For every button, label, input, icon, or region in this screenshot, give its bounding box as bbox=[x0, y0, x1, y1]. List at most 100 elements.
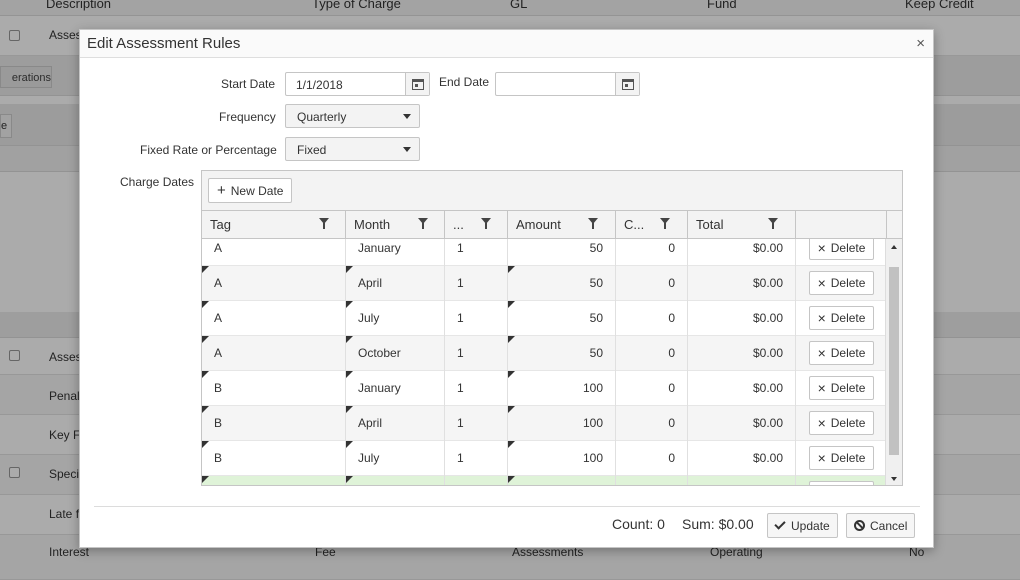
frequency-value: Quarterly bbox=[297, 110, 347, 124]
cell-month[interactable]: April bbox=[346, 406, 445, 441]
delete-icon: × bbox=[817, 310, 826, 326]
new-date-button[interactable]: + New Date bbox=[208, 178, 293, 203]
cell-c-value: 0 bbox=[668, 346, 675, 360]
cell-ellipsis-value: 1 bbox=[457, 311, 464, 325]
cell-amount[interactable]: 50 bbox=[508, 301, 616, 336]
cell-month[interactable]: July bbox=[346, 301, 445, 336]
delete-button[interactable]: ×Delete bbox=[809, 341, 874, 365]
cell-c-value: 0 bbox=[668, 276, 675, 290]
cell-amount[interactable]: 100 bbox=[508, 406, 616, 441]
delete-button[interactable]: ×Delete bbox=[809, 239, 874, 260]
start-date-input[interactable]: 1/1/2018 bbox=[296, 78, 343, 92]
cell-c[interactable]: 0 bbox=[616, 239, 688, 266]
cell-ellipsis[interactable]: 1 bbox=[445, 371, 508, 406]
delete-button[interactable]: ×Delete bbox=[809, 446, 874, 470]
cell-month[interactable]: January bbox=[346, 371, 445, 406]
cell-tag[interactable]: B bbox=[202, 441, 346, 476]
cancel-button[interactable]: Cancel bbox=[846, 513, 916, 538]
calendar-icon[interactable] bbox=[615, 73, 639, 95]
cell-amount[interactable]: 50 bbox=[508, 336, 616, 371]
dirty-marker-icon bbox=[202, 406, 209, 413]
cell-month[interactable]: October bbox=[346, 476, 445, 485]
column-header-ellipsis[interactable]: ... bbox=[445, 211, 508, 239]
cell-month[interactable]: January bbox=[346, 239, 445, 266]
column-header-total[interactable]: Total bbox=[688, 211, 796, 239]
dialog-titlebar[interactable]: Edit Assessment Rules × bbox=[80, 30, 933, 58]
cell-ellipsis[interactable]: 1 bbox=[445, 441, 508, 476]
cell-month[interactable]: April bbox=[346, 266, 445, 301]
cell-amount[interactable]: 50 bbox=[508, 239, 616, 266]
dirty-marker-icon bbox=[346, 441, 353, 448]
cell-ellipsis[interactable]: 1 bbox=[445, 476, 508, 485]
cell-ellipsis[interactable]: 1 bbox=[445, 301, 508, 336]
cell-amount[interactable]: 100 bbox=[508, 476, 616, 485]
delete-button[interactable]: ×Delete bbox=[809, 481, 874, 485]
charge-date-row[interactable]: B April 1 100 0 $0.00 × Delete bbox=[202, 406, 887, 441]
chevron-down-icon bbox=[403, 147, 411, 152]
cell-tag[interactable]: A bbox=[202, 266, 346, 301]
charge-date-row[interactable]: A April 1 50 0 $0.00 × Delete bbox=[202, 266, 887, 301]
cell-total-value: $0.00 bbox=[752, 346, 783, 360]
calendar-icon[interactable] bbox=[405, 73, 429, 95]
delete-button[interactable]: ×Delete bbox=[809, 376, 874, 400]
cell-c-value: 0 bbox=[668, 416, 675, 430]
filter-icon[interactable] bbox=[481, 218, 491, 230]
start-date-picker[interactable]: 1/1/2018 bbox=[285, 72, 430, 96]
cell-month[interactable]: October bbox=[346, 336, 445, 371]
charge-date-row[interactable]: B July 1 100 0 $0.00 × Delete bbox=[202, 441, 887, 476]
filter-icon[interactable] bbox=[418, 218, 428, 230]
delete-button[interactable]: ×Delete bbox=[809, 271, 874, 295]
scrollbar-thumb[interactable] bbox=[889, 267, 899, 455]
update-button[interactable]: Update bbox=[767, 513, 838, 538]
charge-date-row[interactable]: B October 1 100 0 $0.00 ×Delete bbox=[202, 476, 887, 485]
cell-tag[interactable]: B bbox=[202, 476, 346, 485]
delete-icon: × bbox=[817, 345, 826, 361]
scroll-up-icon[interactable] bbox=[891, 245, 897, 249]
column-header-amount[interactable]: Amount bbox=[508, 211, 616, 239]
filter-icon[interactable] bbox=[660, 218, 670, 230]
frequency-select[interactable]: Quarterly bbox=[285, 104, 420, 128]
cell-c[interactable]: 0 bbox=[616, 476, 688, 485]
charge-date-row[interactable]: A July 1 50 0 $0.00 × Delete bbox=[202, 301, 887, 336]
end-date-picker[interactable] bbox=[495, 72, 640, 96]
charge-date-row[interactable]: A October 1 50 0 $0.00 × Delete bbox=[202, 336, 887, 371]
cell-c[interactable]: 0 bbox=[616, 266, 688, 301]
fixed-rate-select[interactable]: Fixed bbox=[285, 137, 420, 161]
delete-button[interactable]: ×Delete bbox=[809, 411, 874, 435]
cell-ellipsis[interactable]: 1 bbox=[445, 336, 508, 371]
cell-tag[interactable]: B bbox=[202, 371, 346, 406]
cell-month[interactable]: July bbox=[346, 441, 445, 476]
column-header-c[interactable]: C... bbox=[616, 211, 688, 239]
charge-date-row[interactable]: B January 1 100 0 $0.00 × Delete bbox=[202, 371, 887, 406]
scroll-down-icon[interactable] bbox=[891, 477, 897, 481]
cell-amount[interactable]: 100 bbox=[508, 441, 616, 476]
filter-icon[interactable] bbox=[319, 218, 329, 230]
column-header-month[interactable]: Month bbox=[346, 211, 445, 239]
delete-button[interactable]: ×Delete bbox=[809, 306, 874, 330]
cell-c[interactable]: 0 bbox=[616, 336, 688, 371]
cell-tag[interactable]: A bbox=[202, 301, 346, 336]
cell-amount[interactable]: 100 bbox=[508, 371, 616, 406]
cell-ellipsis[interactable]: 1 bbox=[445, 266, 508, 301]
charge-date-row[interactable]: A January 1 50 0 $0.00 × Delete bbox=[202, 239, 887, 266]
filter-icon[interactable] bbox=[588, 218, 598, 230]
column-header-tag[interactable]: Tag bbox=[202, 211, 346, 239]
cell-c[interactable]: 0 bbox=[616, 441, 688, 476]
cell-ellipsis[interactable]: 1 bbox=[445, 406, 508, 441]
end-date-label: End Date bbox=[439, 75, 490, 89]
cell-c[interactable]: 0 bbox=[616, 371, 688, 406]
cell-c[interactable]: 0 bbox=[616, 406, 688, 441]
cell-tag[interactable]: A bbox=[202, 239, 346, 266]
grid-scrollbar[interactable] bbox=[885, 239, 902, 485]
cell-c[interactable]: 0 bbox=[616, 301, 688, 336]
cell-ellipsis[interactable]: 1 bbox=[445, 239, 508, 266]
cell-amount[interactable]: 50 bbox=[508, 266, 616, 301]
cell-actions: × Delete bbox=[796, 239, 887, 266]
cancel-label: Cancel bbox=[870, 518, 908, 533]
filter-icon[interactable] bbox=[768, 218, 778, 230]
dirty-marker-icon bbox=[346, 336, 353, 343]
cell-total-value: $0.00 bbox=[752, 451, 783, 465]
close-icon[interactable]: × bbox=[916, 35, 925, 52]
cell-tag[interactable]: B bbox=[202, 406, 346, 441]
cell-tag[interactable]: A bbox=[202, 336, 346, 371]
